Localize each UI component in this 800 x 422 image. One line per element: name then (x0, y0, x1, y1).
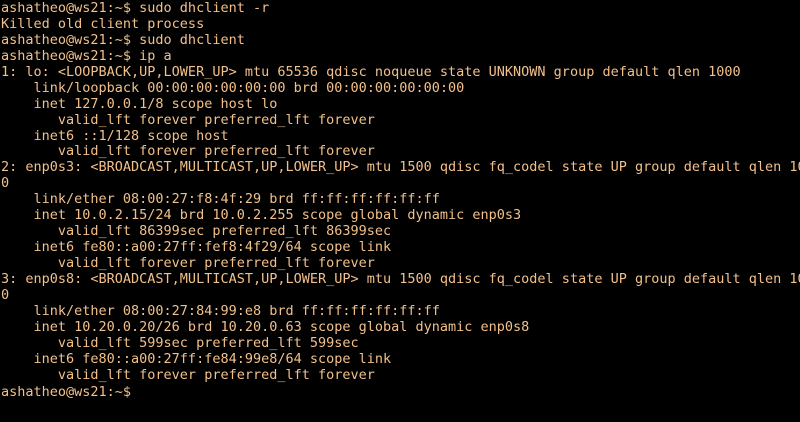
output-line: 0 (1, 176, 10, 192)
terminal-window[interactable]: ashatheo@ws21:~$ sudo dhclient -r Killed … (0, 0, 800, 422)
output-line: valid_lft forever preferred_lft forever (1, 367, 375, 383)
output-line: ashatheo@ws21:~$ sudo dhclient -r (1, 1, 270, 16)
text-cursor (139, 384, 147, 398)
prompt-line[interactable]: ashatheo@ws21:~$ (1, 384, 800, 400)
output-line: inet 10.0.2.15/24 brd 10.0.2.255 scope g… (1, 208, 522, 224)
output-line: 2: enp0s3: <BROADCAST,MULTICAST,UP,LOWER… (1, 160, 800, 176)
output-line: ashatheo@ws21:~$ ip a (1, 48, 172, 64)
output-line: 1: lo: <LOOPBACK,UP,LOWER_UP> mtu 65536 … (1, 64, 741, 80)
output-line: 3: enp0s8: <BROADCAST,MULTICAST,UP,LOWER… (1, 271, 800, 287)
output-line: inet 10.20.0.20/26 brd 10.20.0.63 scope … (1, 319, 530, 335)
output-line: valid_lft 86399sec preferred_lft 86399se… (1, 224, 392, 240)
terminal-output: ashatheo@ws21:~$ sudo dhclient -r Killed … (1, 1, 800, 384)
output-line: valid_lft forever preferred_lft forever (1, 144, 375, 160)
output-line: inet6 ::1/128 scope host (1, 128, 229, 144)
output-line: ashatheo@ws21:~$ sudo dhclient (1, 32, 245, 48)
shell-prompt: ashatheo@ws21:~$ (1, 383, 140, 400)
output-line: inet 127.0.0.1/8 scope host lo (1, 96, 278, 112)
output-line: link/loopback 00:00:00:00:00:00 brd 00:0… (1, 80, 465, 96)
output-line: link/ether 08:00:27:f8:4f:29 brd ff:ff:f… (1, 192, 440, 208)
output-line: 0 (1, 287, 10, 303)
output-line: Killed old client process (1, 16, 205, 32)
output-line: valid_lft forever preferred_lft forever (1, 112, 375, 128)
output-line: valid_lft forever preferred_lft forever (1, 256, 375, 271)
output-line: inet6 fe80::a00:27ff:fef8:4f29/64 scope … (1, 240, 392, 256)
output-line: inet6 fe80::a00:27ff:fe84:99e8/64 scope … (1, 351, 392, 367)
output-line: link/ether 08:00:27:84:99:e8 brd ff:ff:f… (1, 303, 440, 319)
output-line: valid_lft 599sec preferred_lft 599sec (1, 335, 359, 351)
